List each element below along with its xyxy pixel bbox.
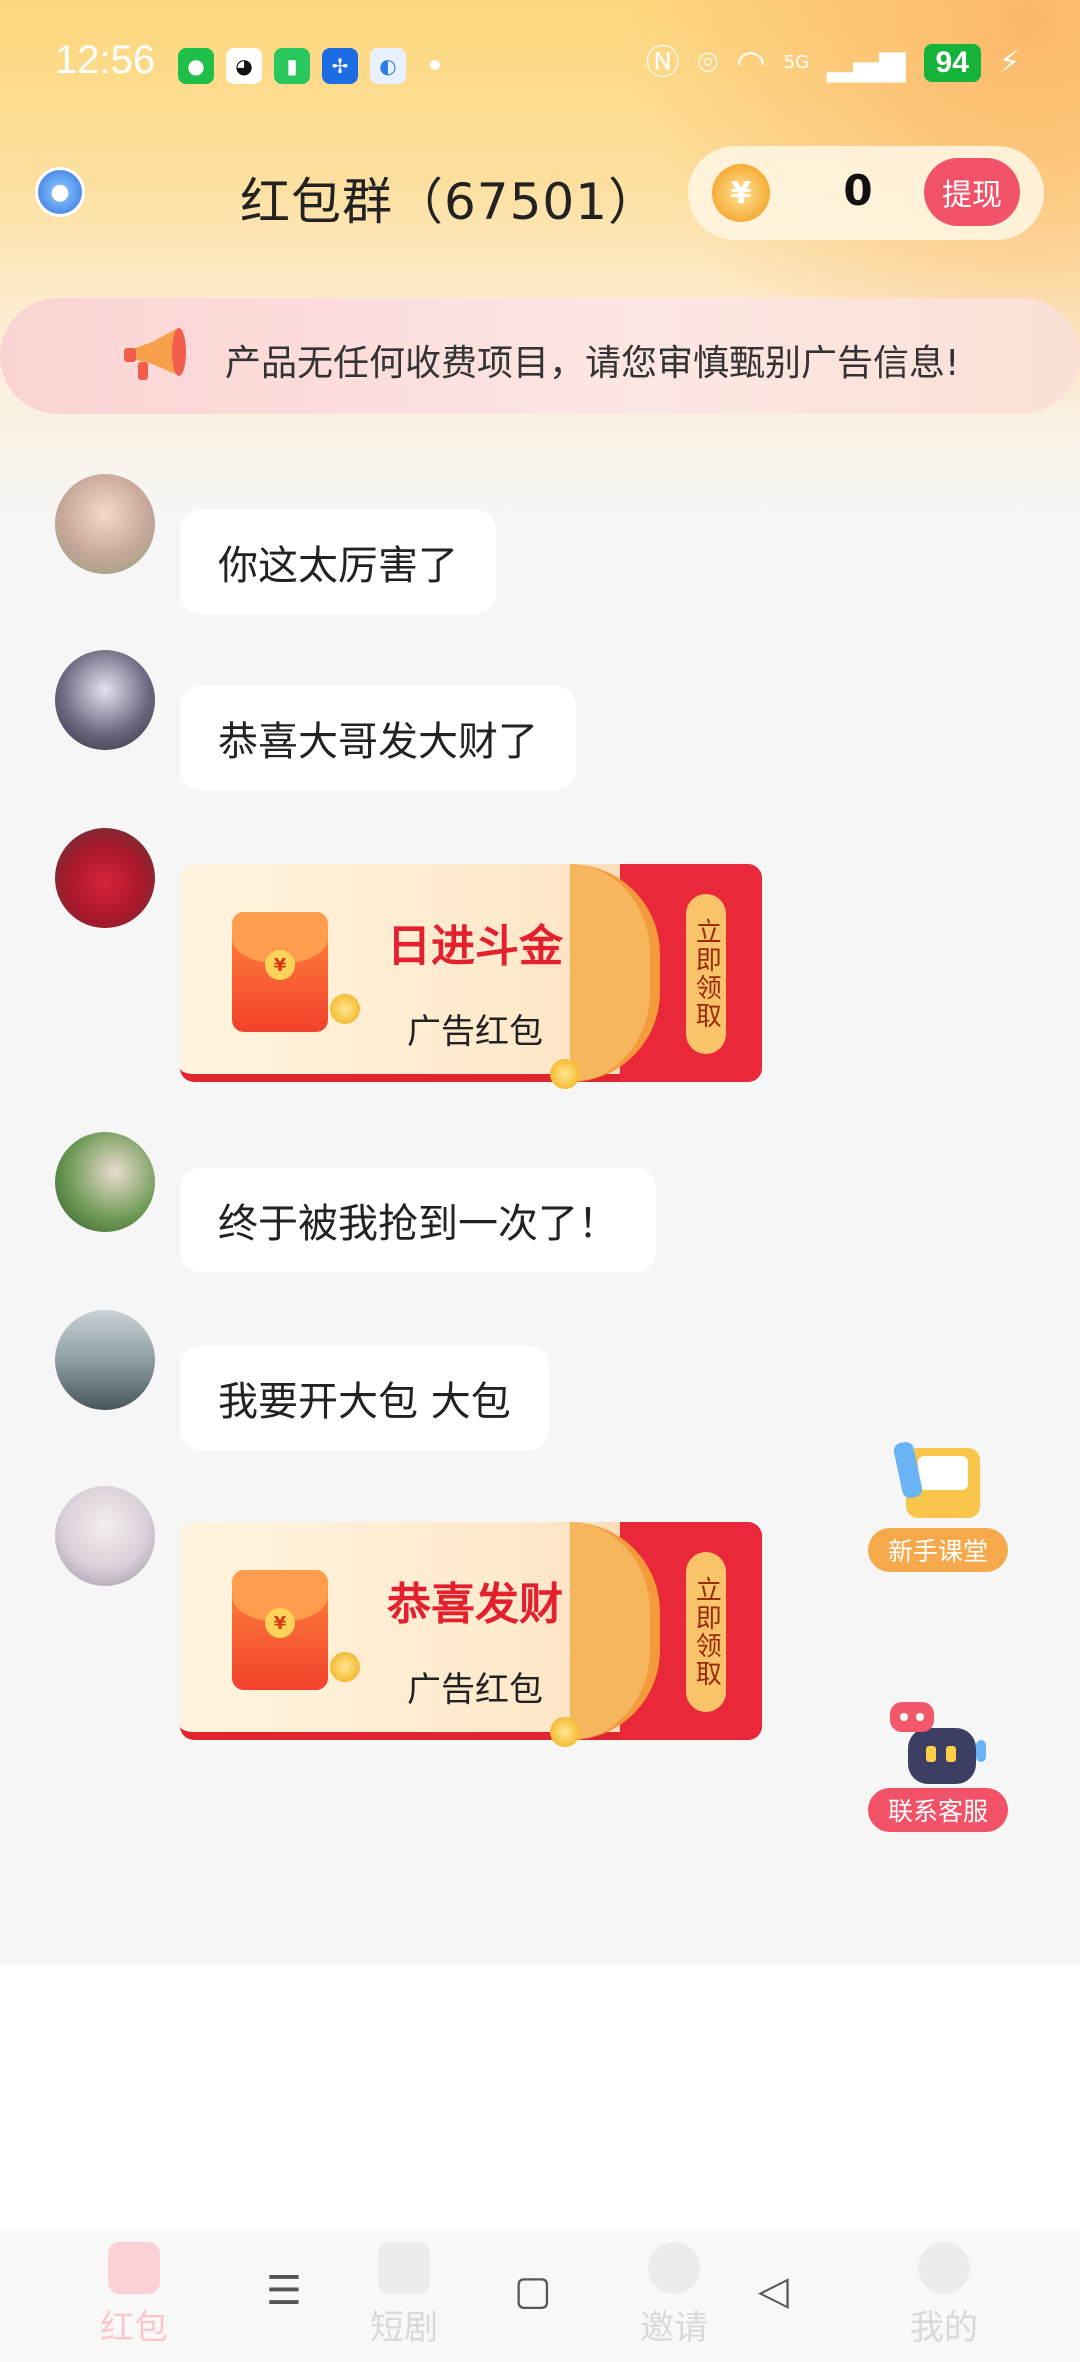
red-packet-subtitle: 广告红包 xyxy=(407,1670,543,1710)
coin-icon: ¥ xyxy=(712,164,770,222)
network-type-label: 5G xyxy=(783,52,810,73)
support-float-button[interactable]: 联系客服 xyxy=(868,1700,1008,1832)
tab-invite[interactable]: 邀请 xyxy=(604,2242,744,2349)
nfc-icon: Ⓝ xyxy=(645,43,680,83)
tab-short-drama[interactable]: 短剧 xyxy=(334,2242,474,2349)
app-logo-icon[interactable]: ● xyxy=(35,167,85,217)
page-title: 红包群（67501） xyxy=(240,173,660,231)
robot-support-icon xyxy=(890,1702,986,1784)
avatar[interactable] xyxy=(55,1486,155,1586)
avatar[interactable] xyxy=(55,1132,155,1232)
avatar[interactable] xyxy=(55,650,155,750)
signal-icon: ▂▄▆ xyxy=(827,43,906,83)
content-footer-area xyxy=(0,1965,1080,2230)
book-icon xyxy=(893,1442,980,1518)
status-bar: 12:56 ● ◕ ▮ ✢ ◐ Ⓝ ⌾ ◠ 5G ▂▄▆ 94 ⚡ xyxy=(0,0,1080,130)
coin-icon xyxy=(550,1717,580,1747)
tab-label: 短剧 xyxy=(370,2308,438,2348)
menu-nav-icon[interactable]: ☰ xyxy=(266,2268,302,2314)
message-bubble: 你这太厉害了 xyxy=(180,510,496,614)
claim-button[interactable]: 立即领取 xyxy=(686,894,726,1054)
yuan-seal-icon: ¥ xyxy=(265,1608,295,1638)
invite-user-icon xyxy=(648,2242,700,2294)
coin-icon xyxy=(550,1059,580,1089)
avatar[interactable] xyxy=(55,1310,155,1410)
red-packet-title: 日进斗金 xyxy=(387,921,563,972)
top-header: ● 红包群（67501） ¥ 0 提现 xyxy=(0,140,1080,240)
tab-label: 邀请 xyxy=(640,2308,708,2348)
more-notifications-dot xyxy=(430,60,440,70)
balance-panel: ¥ 0 提现 xyxy=(688,146,1044,240)
megaphone-icon xyxy=(124,328,186,380)
notice-banner: 产品无任何收费项目，请您审慎甄别广告信息! xyxy=(0,298,1080,414)
wifi-icon: ◠ xyxy=(736,43,766,83)
tab-label: 红包 xyxy=(100,2308,168,2348)
message-bubble: 终于被我抢到一次了！ xyxy=(180,1168,656,1272)
red-packet-title: 恭喜发财 xyxy=(387,1579,563,1630)
red-packet-card[interactable]: ¥ 恭喜发财 广告红包 立即领取 xyxy=(180,1522,762,1747)
status-time: 12:56 xyxy=(55,38,156,82)
wechat-icon: ● xyxy=(178,48,214,84)
qq-icon: ◕ xyxy=(226,48,262,84)
notice-text: 产品无任何收费项目，请您审慎甄别广告信息! xyxy=(225,343,960,384)
tab-profile[interactable]: 我的 xyxy=(874,2242,1014,2349)
withdraw-button[interactable]: 提现 xyxy=(924,158,1020,226)
yuan-seal-icon: ¥ xyxy=(265,950,295,980)
clapper-icon xyxy=(378,2242,430,2294)
red-packet-card[interactable]: ¥ 日进斗金 广告红包 立即领取 xyxy=(180,864,762,1089)
claim-button[interactable]: 立即领取 xyxy=(686,1552,726,1712)
coin-icon xyxy=(330,1652,360,1682)
status-right-icons: Ⓝ ⌾ ◠ 5G ▂▄▆ 94 ⚡ xyxy=(646,44,1020,82)
red-packet-icon xyxy=(108,2242,160,2294)
tutorial-label: 新手课堂 xyxy=(868,1528,1008,1572)
back-nav-icon[interactable]: ◁ xyxy=(758,2268,789,2314)
support-label: 联系客服 xyxy=(868,1788,1008,1832)
notification-icons: ● ◕ ▮ ✢ ◐ xyxy=(178,48,406,84)
browser-app-icon: ◐ xyxy=(370,48,406,84)
tab-label: 我的 xyxy=(910,2308,978,2348)
profile-icon xyxy=(918,2242,970,2294)
red-packet-subtitle: 广告红包 xyxy=(407,1012,543,1052)
fan-app-icon: ✢ xyxy=(322,48,358,84)
avatar[interactable] xyxy=(55,474,155,574)
avatar[interactable] xyxy=(55,828,155,928)
tutorial-float-button[interactable]: 新手课堂 xyxy=(868,1440,1008,1572)
location-icon: ⌾ xyxy=(697,43,719,83)
charging-icon: ⚡ xyxy=(998,45,1020,80)
battery-level: 94 xyxy=(923,44,981,82)
battery-app-icon: ▮ xyxy=(274,48,310,84)
balance-value: 0 xyxy=(843,166,873,215)
tab-red-packet[interactable]: 红包 xyxy=(64,2242,204,2349)
message-bubble: 恭喜大哥发大财了 xyxy=(180,686,576,790)
coin-icon xyxy=(330,994,360,1024)
message-bubble: 我要开大包 大包 xyxy=(180,1346,549,1450)
home-nav-icon[interactable]: ▢ xyxy=(514,2268,552,2314)
